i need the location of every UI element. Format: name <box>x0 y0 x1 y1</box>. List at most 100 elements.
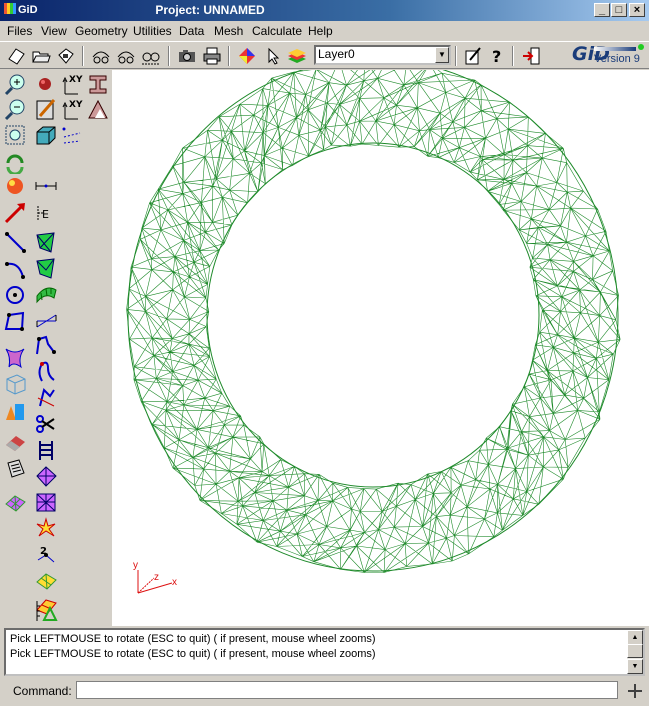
nurbs-surface-icon[interactable] <box>34 230 60 255</box>
node-number-icon[interactable]: 2 <box>34 542 60 567</box>
surface-mesh-icon[interactable] <box>34 282 60 307</box>
menu-utilities[interactable]: Utilities <box>133 24 172 38</box>
toolbar-separator <box>228 46 230 66</box>
pointer-icon[interactable] <box>261 45 283 67</box>
axis-x-label: x <box>172 577 177 588</box>
close-button[interactable]: × <box>629 3 645 17</box>
menu-mesh[interactable]: Mesh <box>214 24 243 38</box>
rotate-view-icon[interactable] <box>90 45 112 67</box>
chevron-down-icon[interactable]: ▼ <box>435 47 449 63</box>
graphics-canvas[interactable]: y z x <box>112 70 649 626</box>
zoom-binoculars-icon[interactable] <box>140 45 162 67</box>
resize-grip-icon[interactable] <box>626 682 644 700</box>
toolbar-separator <box>512 46 514 66</box>
point-arrow-icon[interactable] <box>3 200 29 225</box>
solid-shapes-icon[interactable] <box>3 398 29 423</box>
volume-cube-icon[interactable] <box>3 371 29 396</box>
command-input[interactable] <box>76 681 618 699</box>
scroll-up-icon[interactable]: ▲ <box>627 630 643 645</box>
surface-icon[interactable] <box>3 345 29 370</box>
menu-calculate[interactable]: Calculate <box>252 24 302 38</box>
star-burst-icon[interactable] <box>34 516 60 541</box>
knot-alt-icon[interactable] <box>34 386 60 411</box>
status-dot-icon <box>638 44 644 50</box>
mesh-quad-icon[interactable] <box>34 568 60 593</box>
toolbar-separator <box>168 46 170 66</box>
scissors-icon[interactable] <box>34 412 60 437</box>
scroll-down-icon[interactable]: ▼ <box>627 659 643 674</box>
layers-icon[interactable] <box>286 45 308 67</box>
xy-axes-icon[interactable]: XY <box>60 72 86 97</box>
message-scrollbar[interactable]: ▲ ▼ <box>627 630 643 674</box>
rotate-view-alt-icon[interactable] <box>115 45 137 67</box>
menu-help[interactable]: Help <box>308 24 333 38</box>
cone-icon[interactable] <box>86 97 112 122</box>
menu-data[interactable]: Data <box>179 24 204 38</box>
arc-icon[interactable] <box>3 256 29 281</box>
window-title: Project: UNNAMED <box>155 3 265 17</box>
menu-files[interactable]: Files <box>7 24 32 38</box>
axes-indicator: y z x <box>128 558 188 601</box>
command-label: Command: <box>13 684 72 698</box>
menu-geometry[interactable]: Geometry <box>75 24 128 38</box>
mesh-icon[interactable] <box>3 490 29 515</box>
i-beam-icon[interactable] <box>86 72 112 97</box>
xy-plane-icon[interactable]: XY <box>60 97 86 122</box>
layer-select[interactable]: Layer0 ▼ <box>314 45 451 65</box>
axis-y-label: y <box>133 560 138 571</box>
new-file-icon[interactable] <box>5 45 27 67</box>
render-icon[interactable] <box>3 174 29 199</box>
render-mode-icon[interactable] <box>236 45 258 67</box>
tool-palette: E 2 XY XY <box>0 70 112 626</box>
minimize-button[interactable]: _ <box>594 3 610 17</box>
mesh-warp-icon[interactable] <box>34 464 60 489</box>
brand-version: Version 9 <box>594 53 640 65</box>
gid-brand-logo: GiD Version 9 <box>568 43 646 67</box>
surface-wave-icon[interactable] <box>34 309 60 334</box>
knot-icon[interactable] <box>34 360 60 385</box>
redraw-icon[interactable] <box>3 149 29 176</box>
camera-icon[interactable] <box>176 45 198 67</box>
cube-icon[interactable] <box>34 123 60 148</box>
message-log: Pick LEFTMOUSE to rotate (ESC to quit) (… <box>4 628 645 676</box>
ladder-icon[interactable] <box>34 438 60 463</box>
coons-surface-icon[interactable] <box>34 256 60 281</box>
printer-icon[interactable] <box>201 45 223 67</box>
distance-icon[interactable] <box>34 174 60 199</box>
dimension-icon[interactable]: E <box>34 200 60 225</box>
zoom-frame-icon[interactable] <box>3 123 29 148</box>
message-line: Pick LEFTMOUSE to rotate (ESC to quit) (… <box>10 648 376 660</box>
scroll-thumb[interactable] <box>627 644 643 658</box>
layer-select-value: Layer0 <box>318 47 355 61</box>
title-bar: GiD Project: UNNAMED _ □ × <box>0 0 649 21</box>
open-folder-icon[interactable] <box>30 45 52 67</box>
svg-text:XY: XY <box>69 75 83 85</box>
dotted-arrows-icon[interactable] <box>60 123 86 148</box>
zoom-in-icon[interactable] <box>3 72 29 97</box>
toolbar-separator <box>455 46 457 66</box>
svg-text:E: E <box>42 208 49 221</box>
mesh-ring <box>126 70 621 573</box>
mesh-star-icon[interactable] <box>34 490 60 515</box>
polyline-icon[interactable] <box>3 309 29 334</box>
ruler-triangle-icon[interactable] <box>34 598 60 623</box>
list-icon[interactable] <box>3 457 29 482</box>
edit-properties-icon[interactable] <box>462 45 484 67</box>
svg-text:?: ? <box>492 47 501 66</box>
help-icon[interactable]: ? <box>486 45 508 67</box>
menu-view[interactable]: View <box>41 24 67 38</box>
axis-z-label: z <box>154 572 159 583</box>
lines-join-icon[interactable] <box>34 334 60 359</box>
svg-text:XY: XY <box>69 100 83 110</box>
maximize-button[interactable]: □ <box>611 3 627 17</box>
exit-icon[interactable] <box>520 45 542 67</box>
save-icon[interactable] <box>55 45 77 67</box>
circle-icon[interactable] <box>3 282 29 307</box>
eraser-icon[interactable] <box>3 430 29 455</box>
edit-icon[interactable] <box>34 97 60 122</box>
message-line: Pick LEFTMOUSE to rotate (ESC to quit) (… <box>10 633 376 645</box>
brand-bar <box>594 47 636 51</box>
line-icon[interactable] <box>3 230 29 255</box>
sphere-icon[interactable] <box>34 72 60 97</box>
zoom-out-icon[interactable] <box>3 97 29 122</box>
